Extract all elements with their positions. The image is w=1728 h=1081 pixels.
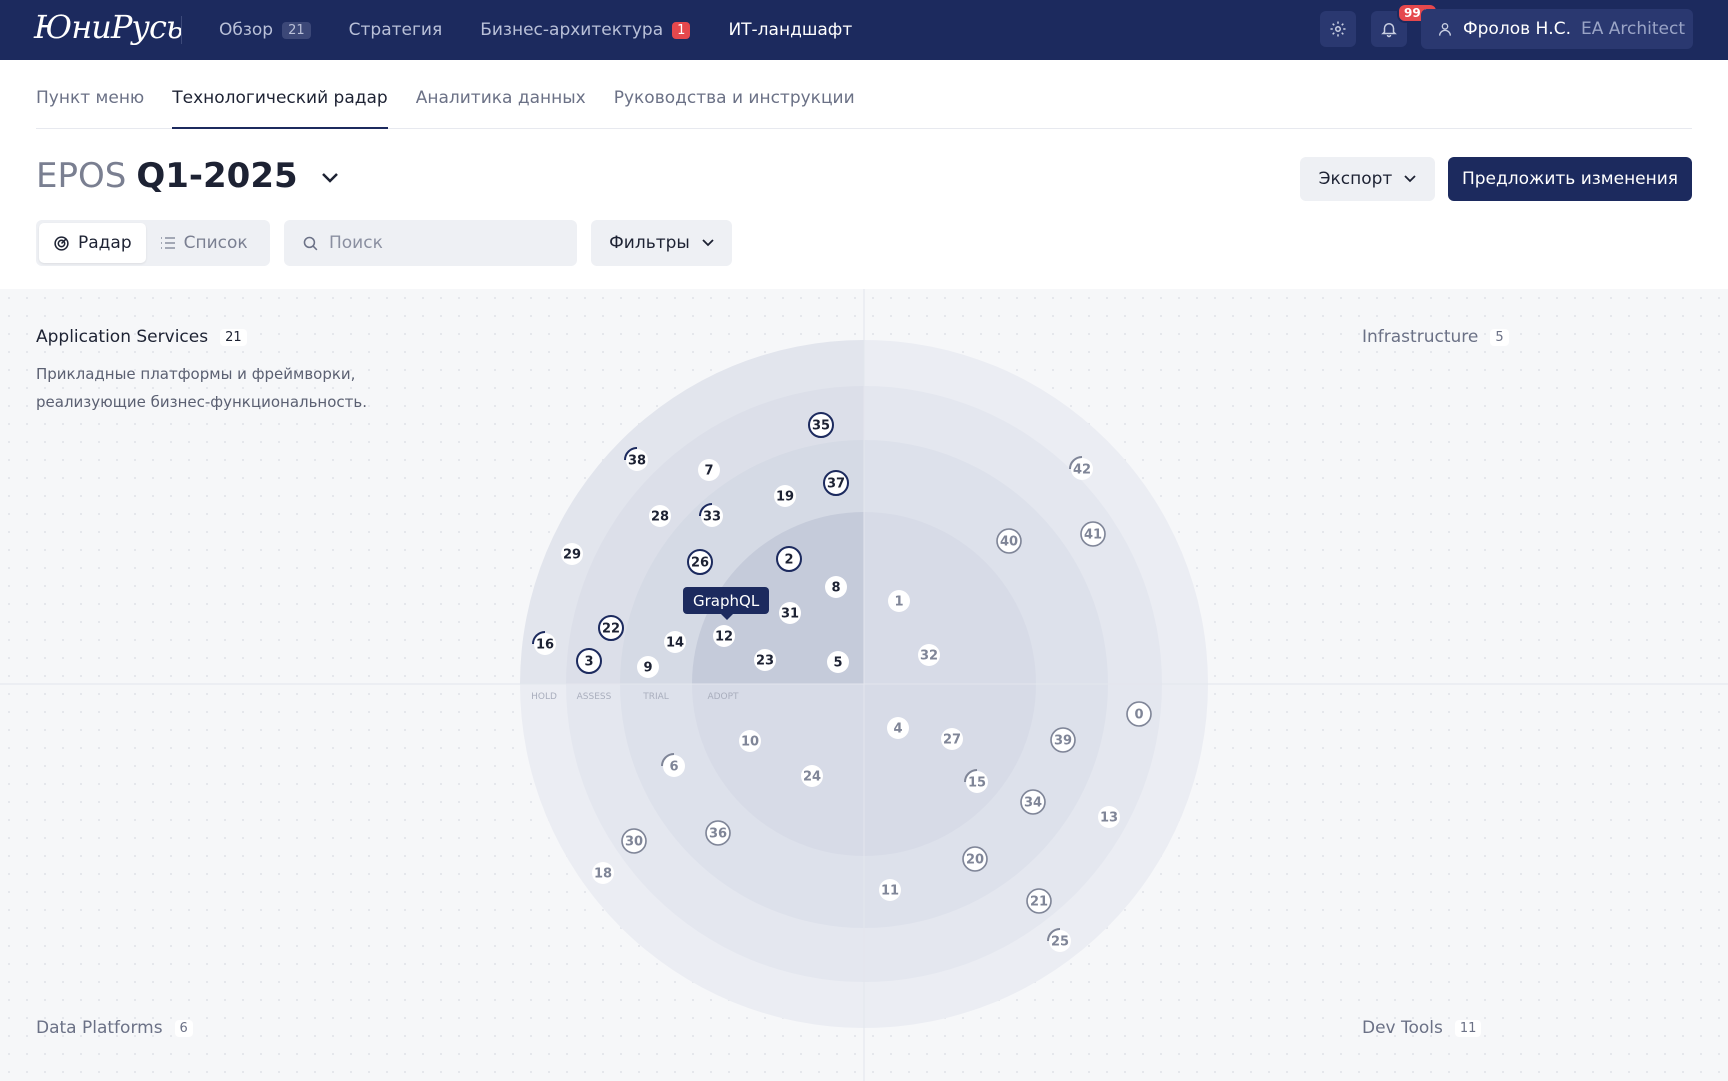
blip-label: 8 — [831, 581, 840, 596]
radar-blip[interactable]: 2 — [776, 546, 802, 572]
blip-label: 18 — [594, 867, 612, 882]
ring-label-trial: TRIAL — [642, 692, 669, 702]
quadrant-count: 21 — [220, 328, 247, 346]
radar-blip[interactable]: 9 — [637, 656, 659, 678]
blip-label: 6 — [669, 760, 678, 775]
ring-label-adopt: ADOPT — [707, 692, 739, 702]
blip-label: 9 — [643, 661, 652, 676]
blip-label: 40 — [1000, 535, 1018, 550]
quadrant-count: 11 — [1454, 1019, 1482, 1037]
radar-blip[interactable]: 27 — [941, 728, 963, 750]
quadrant-dev-tools[interactable]: Dev Tools 11 — [1362, 1018, 1482, 1038]
radar-blip[interactable]: 23 — [754, 649, 776, 671]
ring-label-assess: ASSESS — [577, 692, 612, 702]
blip-label: 36 — [709, 827, 727, 842]
radar-blip[interactable]: 24 — [801, 765, 823, 787]
blip-label: 21 — [1030, 895, 1048, 910]
radar-blip[interactable]: 21 — [1026, 888, 1052, 914]
blip-label: 13 — [1100, 811, 1118, 826]
blip-label: 15 — [968, 776, 986, 791]
radar-blip[interactable]: 32 — [918, 644, 940, 666]
radar-blip[interactable]: 34 — [1020, 789, 1046, 815]
radar-blip[interactable]: 10 — [739, 730, 761, 752]
blip-label: 41 — [1084, 528, 1102, 543]
radar-blip[interactable]: 12 — [713, 625, 735, 647]
radar-blip[interactable]: 8 — [825, 576, 847, 598]
blip-label: 31 — [781, 607, 799, 622]
blip-label: 5 — [833, 656, 842, 671]
blip-label: 7 — [704, 464, 713, 479]
radar-blip[interactable]: 28 — [649, 505, 671, 527]
blip-label: 33 — [703, 510, 721, 525]
quadrant-name: Data Platforms — [36, 1018, 163, 1038]
radar-blip[interactable]: 14 — [664, 631, 686, 653]
radar-blip[interactable]: 19 — [774, 485, 796, 507]
blip-label: 38 — [628, 454, 646, 469]
radar-blip[interactable]: 26 — [687, 549, 713, 575]
radar-blip[interactable]: 20 — [962, 846, 988, 872]
blip-label: 30 — [625, 835, 643, 850]
blip-tooltip: GraphQL — [683, 587, 770, 620]
quadrant-name: Application Services — [36, 327, 209, 347]
radar-blip[interactable]: 41 — [1080, 521, 1106, 547]
blip-label: 14 — [666, 636, 684, 651]
quadrant-description: Прикладные платформы и фреймворки, реали… — [36, 365, 368, 411]
quadrant-application-services[interactable]: Application Services 21 — [36, 327, 247, 347]
quadrant-name: Dev Tools — [1362, 1018, 1443, 1038]
blip-label: 10 — [741, 735, 759, 750]
quadrant-infrastructure[interactable]: Infrastructure 5 — [1362, 327, 1509, 347]
radar-blip[interactable]: 18 — [592, 862, 614, 884]
blip-label: 16 — [536, 638, 554, 653]
blip-label: 25 — [1051, 935, 1069, 950]
radar-blip[interactable]: 0 — [1126, 701, 1152, 727]
blip-label: 4 — [893, 722, 902, 737]
blip-label: 27 — [943, 733, 961, 748]
blip-label: 12 — [715, 630, 733, 645]
radar-blip[interactable]: 13 — [1098, 806, 1120, 828]
blip-label: 32 — [920, 649, 938, 664]
radar-blip[interactable]: 29 — [561, 543, 583, 565]
blip-label: 11 — [881, 884, 899, 899]
blip-label: 3 — [584, 655, 593, 670]
radar-blip[interactable]: 39 — [1050, 727, 1076, 753]
blip-label: 26 — [691, 556, 709, 571]
blip-label: 24 — [803, 770, 821, 785]
blip-label: 22 — [602, 622, 620, 637]
blip-label: 35 — [812, 419, 830, 434]
blip-label: 23 — [756, 654, 774, 669]
quadrant-data-platforms[interactable]: Data Platforms 6 — [36, 1018, 193, 1038]
blip-label: 0 — [1134, 708, 1143, 723]
quadrant-count: 5 — [1490, 328, 1509, 346]
radar-blip[interactable]: 3 — [576, 648, 602, 674]
ring-label-hold: HOLD — [531, 692, 557, 702]
blip-label: 37 — [827, 477, 845, 492]
radar-blip[interactable]: 31 — [779, 602, 801, 624]
radar-blip[interactable]: 11 — [879, 879, 901, 901]
tech-radar: HOLD ASSESS TRIAL ADOPT 35387371928 33292… — [0, 289, 1728, 1081]
radar-blip[interactable]: 40 — [996, 528, 1022, 554]
radar-blip[interactable]: 36 — [705, 820, 731, 846]
radar-blip[interactable]: 4 — [887, 717, 909, 739]
radar-blip[interactable]: 37 — [823, 470, 849, 496]
blip-label: 2 — [784, 553, 793, 568]
blip-label: 20 — [966, 853, 984, 868]
radar-blip[interactable]: 22 — [598, 615, 624, 641]
blip-label: 39 — [1054, 734, 1072, 749]
radar-blip[interactable]: 7 — [698, 459, 720, 481]
blip-label: 42 — [1073, 463, 1091, 478]
radar-blip[interactable]: 30 — [621, 828, 647, 854]
radar-blip[interactable]: 35 — [808, 412, 834, 438]
quadrant-name: Infrastructure — [1362, 327, 1479, 347]
blip-label: 34 — [1024, 796, 1042, 811]
radar-blip[interactable]: 1 — [888, 590, 910, 612]
blip-label: 19 — [776, 490, 794, 505]
radar-blip[interactable]: 5 — [827, 651, 849, 673]
blip-label: 29 — [563, 548, 581, 563]
blip-label: 28 — [651, 510, 669, 525]
blip-label: 1 — [894, 595, 903, 610]
quadrant-count: 6 — [174, 1019, 193, 1037]
